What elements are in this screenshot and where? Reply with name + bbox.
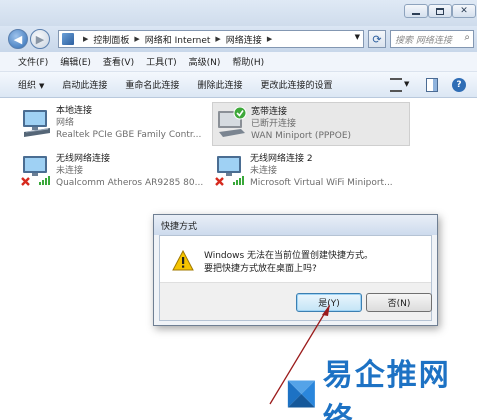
watermark-logo-icon: [287, 380, 315, 408]
menu-file[interactable]: 文件(F): [18, 55, 48, 68]
forward-button[interactable]: ▶: [30, 29, 50, 49]
close-icon: ✕: [460, 5, 468, 16]
shortcut-dialog: 快捷方式 Windows 无法在当前位置创建快捷方式。 要把快捷方式放在桌面上吗…: [153, 214, 438, 326]
maximize-icon: [436, 7, 444, 15]
breadcrumb-network-internet[interactable]: 网络和 Internet: [145, 33, 211, 46]
refresh-button[interactable]: ⟳: [368, 30, 386, 48]
breadcrumb-network-connections[interactable]: 网络连接: [226, 33, 262, 46]
back-button[interactable]: ◀: [8, 29, 28, 49]
connection-text: 本地连接 网络 Realtek PCIe GBE Family Contr...: [56, 105, 201, 141]
navigation-bar: ◀ ▶ ▶ 控制面板 ▶ 网络和 Internet ▶ 网络连接 ▶ ▼ ⟳ 搜…: [0, 26, 477, 52]
dialog-message-line-2: 要把快捷方式放在桌面上吗?: [204, 264, 317, 274]
close-button[interactable]: ✕: [452, 4, 476, 18]
breadcrumb-control-panel[interactable]: 控制面板: [93, 33, 129, 46]
preview-pane-icon[interactable]: [426, 78, 438, 92]
search-placeholder: 搜索 网络连接: [395, 36, 452, 46]
connection-name: 本地连接: [56, 106, 93, 116]
connection-status: 已断开连接: [251, 119, 297, 129]
connection-status: 未连接: [250, 166, 278, 176]
warning-icon: [172, 250, 194, 271]
chevron-down-icon[interactable]: ▼: [404, 80, 409, 88]
watermark: 易企推网络: [284, 358, 477, 420]
maximize-button[interactable]: [428, 4, 452, 18]
address-bar[interactable]: ▶ 控制面板 ▶ 网络和 Internet ▶ 网络连接 ▶ ▼: [58, 30, 364, 48]
dialog-title[interactable]: 快捷方式: [154, 215, 437, 235]
delete-connection-button[interactable]: 删除此连接: [197, 78, 242, 91]
dialog-message: Windows 无法在当前位置创建快捷方式。 要把快捷方式放在桌面上吗?: [204, 250, 373, 276]
back-arrow-icon: ◀: [13, 32, 23, 46]
forward-arrow-icon: ▶: [35, 32, 45, 46]
connection-text: 无线网络连接 未连接 Qualcomm Atheros AR9285 80...: [56, 153, 203, 189]
help-icon[interactable]: ?: [452, 78, 466, 92]
wired-network-icon: [23, 110, 50, 137]
connection-text: 无线网络连接 2 未连接 Microsoft Virtual WiFi Mini…: [250, 153, 393, 189]
yes-button[interactable]: 是(Y): [296, 293, 362, 312]
connection-status: 未连接: [56, 166, 84, 176]
connection-device: WAN Miniport (PPPOE): [251, 131, 352, 141]
menu-tools[interactable]: 工具(T): [146, 55, 177, 68]
breadcrumb-separator-icon[interactable]: ▶: [215, 35, 220, 43]
connection-item-wireless[interactable]: 无线网络连接 未连接 Qualcomm Atheros AR9285 80...: [18, 150, 216, 194]
search-input[interactable]: 搜索 网络连接 ⌕: [390, 30, 474, 48]
title-bar: ✕: [0, 0, 477, 26]
connection-device: Realtek PCIe GBE Family Contr...: [56, 130, 202, 140]
connection-device: Qualcomm Atheros AR9285 80...: [56, 178, 204, 188]
organize-label: 组织: [18, 81, 37, 91]
refresh-icon: ⟳: [372, 32, 382, 46]
menu-help[interactable]: 帮助(H): [232, 55, 264, 68]
connection-name: 无线网络连接 2: [250, 154, 313, 164]
connection-item-wireless-2[interactable]: 无线网络连接 2 未连接 Microsoft Virtual WiFi Mini…: [212, 150, 410, 194]
rename-connection-button[interactable]: 重命名此连接: [125, 78, 179, 91]
menu-bar: 文件(F) 编辑(E) 查看(V) 工具(T) 高级(N) 帮助(H): [0, 52, 477, 72]
dialog-footer: 是(Y) 否(N): [160, 282, 432, 320]
menu-view[interactable]: 查看(V): [103, 55, 134, 68]
control-panel-icon: [62, 33, 74, 45]
connection-name: 宽带连接: [251, 107, 288, 117]
chevron-down-icon: ▼: [39, 82, 45, 90]
breadcrumb-separator-icon[interactable]: ▶: [83, 35, 88, 43]
breadcrumb-separator-icon[interactable]: ▶: [134, 35, 139, 43]
change-view-icon[interactable]: [390, 78, 402, 92]
dialog-body: Windows 无法在当前位置创建快捷方式。 要把快捷方式放在桌面上吗? 是(Y…: [159, 235, 432, 321]
command-toolbar: 组织 ▼ 启动此连接 重命名此连接 删除此连接 更改此连接的设置 ▼ ?: [0, 72, 477, 98]
connection-status: 网络: [56, 118, 75, 128]
wireless-network-icon: [21, 156, 50, 186]
connection-device: Microsoft Virtual WiFi Miniport...: [250, 178, 393, 188]
minimize-button[interactable]: [404, 4, 428, 18]
connection-text: 宽带连接 已断开连接 WAN Miniport (PPPOE): [251, 106, 351, 142]
connection-item-local[interactable]: 本地连接 网络 Realtek PCIe GBE Family Contr...: [18, 102, 216, 146]
change-settings-button[interactable]: 更改此连接的设置: [260, 78, 332, 91]
minimize-icon: [412, 12, 420, 15]
connection-item-broadband[interactable]: 宽带连接 已断开连接 WAN Miniport (PPPOE): [212, 102, 410, 146]
menu-edit[interactable]: 编辑(E): [60, 55, 91, 68]
dialog-message-line-1: Windows 无法在当前位置创建快捷方式。: [204, 251, 374, 261]
address-dropdown-icon[interactable]: ▼: [355, 33, 360, 41]
menu-advanced[interactable]: 高级(N): [189, 55, 221, 68]
organize-button[interactable]: 组织 ▼: [18, 78, 44, 91]
breadcrumb-separator-icon[interactable]: ▶: [267, 35, 272, 43]
broadband-modem-icon: [218, 107, 247, 137]
search-icon: ⌕: [464, 32, 470, 43]
connection-name: 无线网络连接: [56, 154, 111, 164]
start-connection-button[interactable]: 启动此连接: [62, 78, 107, 91]
wireless-network-icon: [215, 156, 244, 186]
watermark-text: 易企推网络: [322, 358, 451, 420]
no-button[interactable]: 否(N): [366, 293, 432, 312]
